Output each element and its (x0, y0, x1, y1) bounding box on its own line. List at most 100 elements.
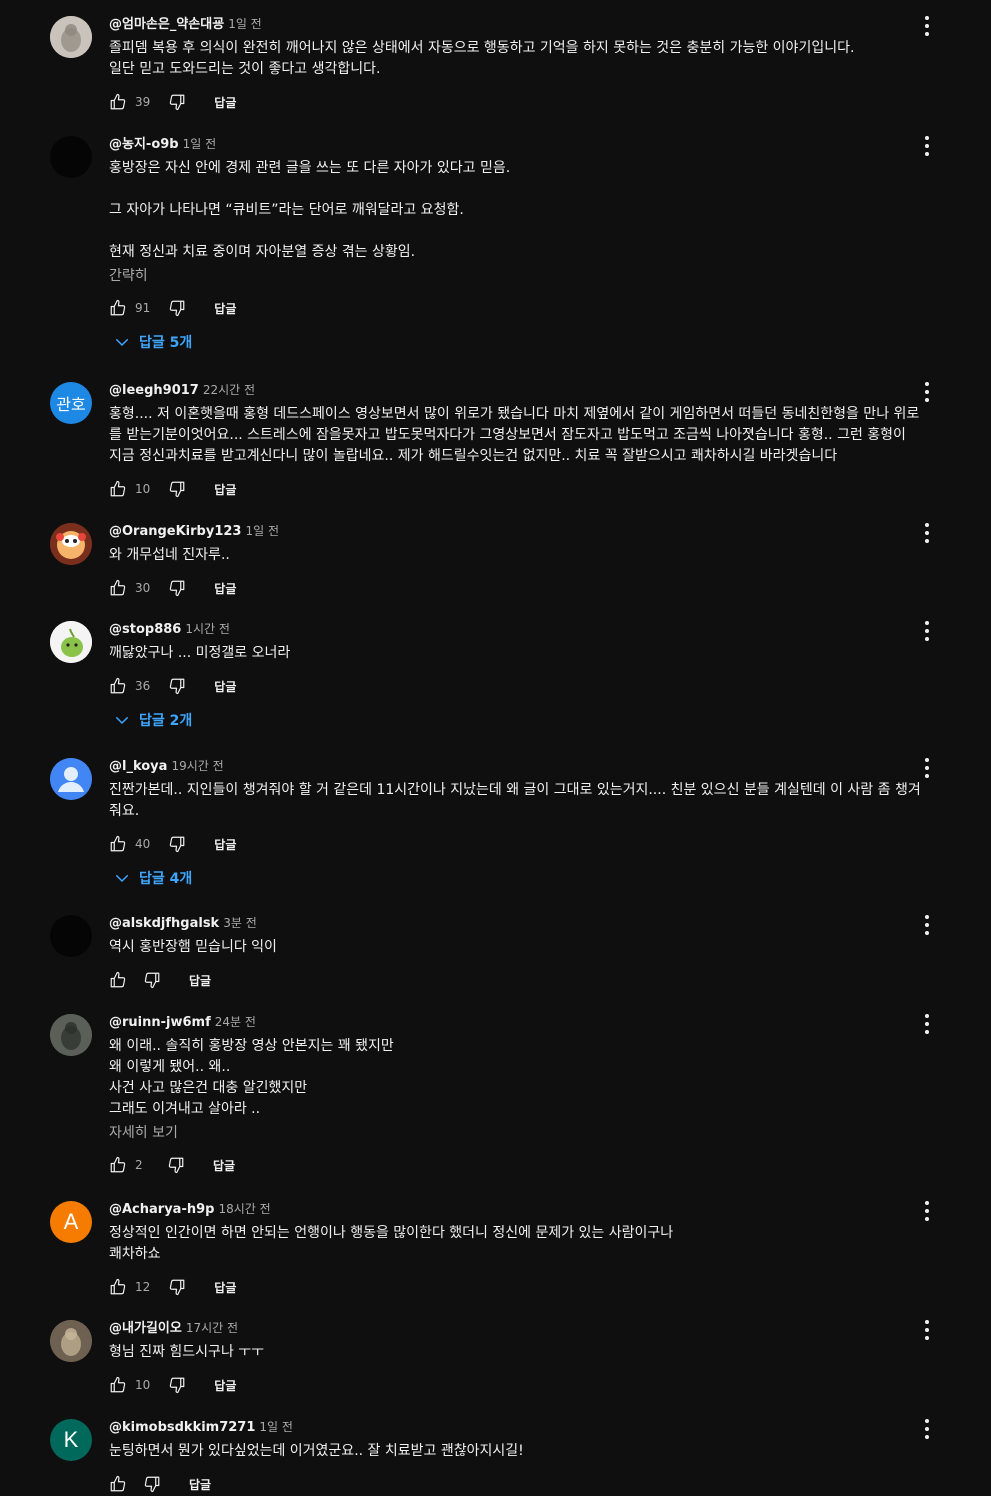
more-actions-icon[interactable] (923, 136, 931, 156)
more-actions-icon[interactable] (923, 1014, 931, 1034)
dislike-icon[interactable] (168, 480, 186, 498)
like-icon[interactable] (109, 93, 127, 111)
like-icon[interactable] (109, 1156, 127, 1174)
reply-button[interactable]: 답글 (214, 580, 236, 597)
author-name[interactable]: @alskdjfhgalsk (109, 916, 219, 931)
avatar[interactable] (50, 915, 92, 957)
read-more-button[interactable]: 간략히 (109, 266, 946, 286)
avatar[interactable] (50, 758, 92, 800)
like-icon[interactable] (109, 835, 127, 853)
comment-timestamp[interactable]: 1일 전 (259, 1420, 293, 1434)
more-actions-icon[interactable] (923, 758, 931, 778)
author-name[interactable]: @OrangeKirby123 (109, 524, 241, 539)
author-name[interactable]: @엄마손은_약손대굥 (109, 17, 224, 32)
comment-actions: 답글 (109, 968, 946, 992)
comment-header: @엄마손은_약손대굥 1일 전 (109, 16, 946, 32)
dislike-icon[interactable] (167, 1156, 185, 1174)
kirby-avatar-icon (50, 523, 92, 565)
dislike-icon[interactable] (168, 835, 186, 853)
comment-timestamp[interactable]: 1일 전 (245, 524, 279, 538)
comment-actions: 12 답글 (109, 1275, 946, 1299)
comment-actions: 40 답글 (109, 832, 946, 856)
like-icon[interactable] (109, 1475, 127, 1493)
like-icon[interactable] (109, 971, 127, 989)
comment-text: 홍형.... 저 이혼햇을때 홍형 데드스페이스 영상보면서 많이 위로가 됐습… (109, 404, 946, 467)
comment-actions: 39 답글 (109, 90, 946, 114)
more-actions-icon[interactable] (923, 16, 931, 36)
comment-timestamp[interactable]: 1일 전 (183, 137, 217, 151)
avatar[interactable] (50, 523, 92, 565)
more-actions-icon[interactable] (923, 1320, 931, 1340)
comment-header: @ruinn-jw6mf 24분 전 (109, 1014, 946, 1030)
like-icon[interactable] (109, 579, 127, 597)
author-name[interactable]: @Acharya-h9p (109, 1202, 214, 1217)
reply-button[interactable]: 답글 (214, 300, 236, 317)
reply-button[interactable]: 답글 (189, 1476, 211, 1493)
more-actions-icon[interactable] (923, 1419, 931, 1439)
more-actions-icon[interactable] (923, 523, 931, 543)
like-icon[interactable] (109, 480, 127, 498)
dislike-icon[interactable] (168, 1278, 186, 1296)
comment-timestamp[interactable]: 3분 전 (223, 916, 257, 930)
comment-line: 와 개무섭네 진자루.. (109, 547, 230, 563)
more-actions-icon[interactable] (923, 621, 931, 641)
comment-timestamp[interactable]: 22시간 전 (203, 383, 255, 397)
more-actions-icon[interactable] (923, 915, 931, 935)
reply-button[interactable]: 답글 (189, 972, 211, 989)
avatar[interactable] (50, 621, 92, 663)
reply-button[interactable]: 답글 (214, 94, 236, 111)
author-name[interactable]: @ruinn-jw6mf (109, 1015, 211, 1030)
comment-actions: 답글 (109, 1472, 946, 1496)
like-icon[interactable] (109, 1376, 127, 1394)
comment-timestamp[interactable]: 18시간 전 (218, 1202, 270, 1216)
author-name[interactable]: @stop886 (109, 622, 181, 637)
like-count: 2 (135, 1158, 143, 1172)
dislike-icon[interactable] (143, 1475, 161, 1493)
reply-button[interactable]: 답글 (214, 481, 236, 498)
avatar[interactable] (50, 16, 92, 58)
comment-timestamp[interactable]: 19시간 전 (171, 759, 223, 773)
reply-button[interactable]: 답글 (214, 1279, 236, 1296)
author-name[interactable]: @내가길이오 (109, 1321, 182, 1336)
comment-timestamp[interactable]: 24분 전 (215, 1015, 256, 1029)
dislike-icon[interactable] (168, 1376, 186, 1394)
like-icon[interactable] (109, 677, 127, 695)
comment-timestamp[interactable]: 17시간 전 (186, 1321, 238, 1335)
like-count: 12 (135, 1280, 151, 1294)
avatar[interactable]: K (50, 1419, 92, 1461)
read-more-button[interactable]: 자세히 보기 (109, 1123, 946, 1143)
dislike-icon[interactable] (168, 299, 186, 317)
reply-button[interactable]: 답글 (214, 678, 236, 695)
dislike-icon[interactable] (143, 971, 161, 989)
view-replies-button[interactable]: 답글 4개 (113, 868, 946, 888)
author-name[interactable]: @kimobsdkkim7271 (109, 1420, 255, 1435)
view-replies-button[interactable]: 답글 2개 (113, 710, 946, 730)
author-name[interactable]: @leegh9017 (109, 383, 199, 398)
avatar[interactable]: A (50, 1201, 92, 1243)
default-avatar-icon (50, 758, 92, 800)
comment-header: @농지-o9b 1일 전 (109, 136, 946, 152)
dislike-icon[interactable] (168, 677, 186, 695)
reply-button[interactable]: 답글 (213, 1157, 235, 1174)
like-count: 36 (135, 679, 151, 693)
reply-button[interactable]: 답글 (214, 836, 236, 853)
comment-timestamp[interactable]: 1시간 전 (185, 622, 230, 636)
more-actions-icon[interactable] (923, 1201, 931, 1221)
view-replies-button[interactable]: 답글 5개 (113, 332, 946, 352)
avatar[interactable] (50, 136, 92, 178)
author-name[interactable]: @l_koya (109, 759, 167, 774)
author-name[interactable]: @농지-o9b (109, 137, 179, 152)
dislike-icon[interactable] (168, 579, 186, 597)
more-actions-icon[interactable] (923, 382, 931, 402)
replies-count-label: 답글 2개 (139, 713, 193, 729)
comment-text: 정상적인 인간이면 하면 안되는 언행이나 행동을 많이한다 했더니 정신에 문… (109, 1223, 946, 1265)
comment-timestamp[interactable]: 1일 전 (228, 17, 262, 31)
dislike-icon[interactable] (168, 93, 186, 111)
like-count: 91 (135, 301, 151, 315)
avatar[interactable]: 관호 (50, 382, 92, 424)
like-icon[interactable] (109, 1278, 127, 1296)
avatar[interactable] (50, 1320, 92, 1362)
avatar[interactable] (50, 1014, 92, 1056)
reply-button[interactable]: 답글 (214, 1377, 236, 1394)
like-icon[interactable] (109, 299, 127, 317)
